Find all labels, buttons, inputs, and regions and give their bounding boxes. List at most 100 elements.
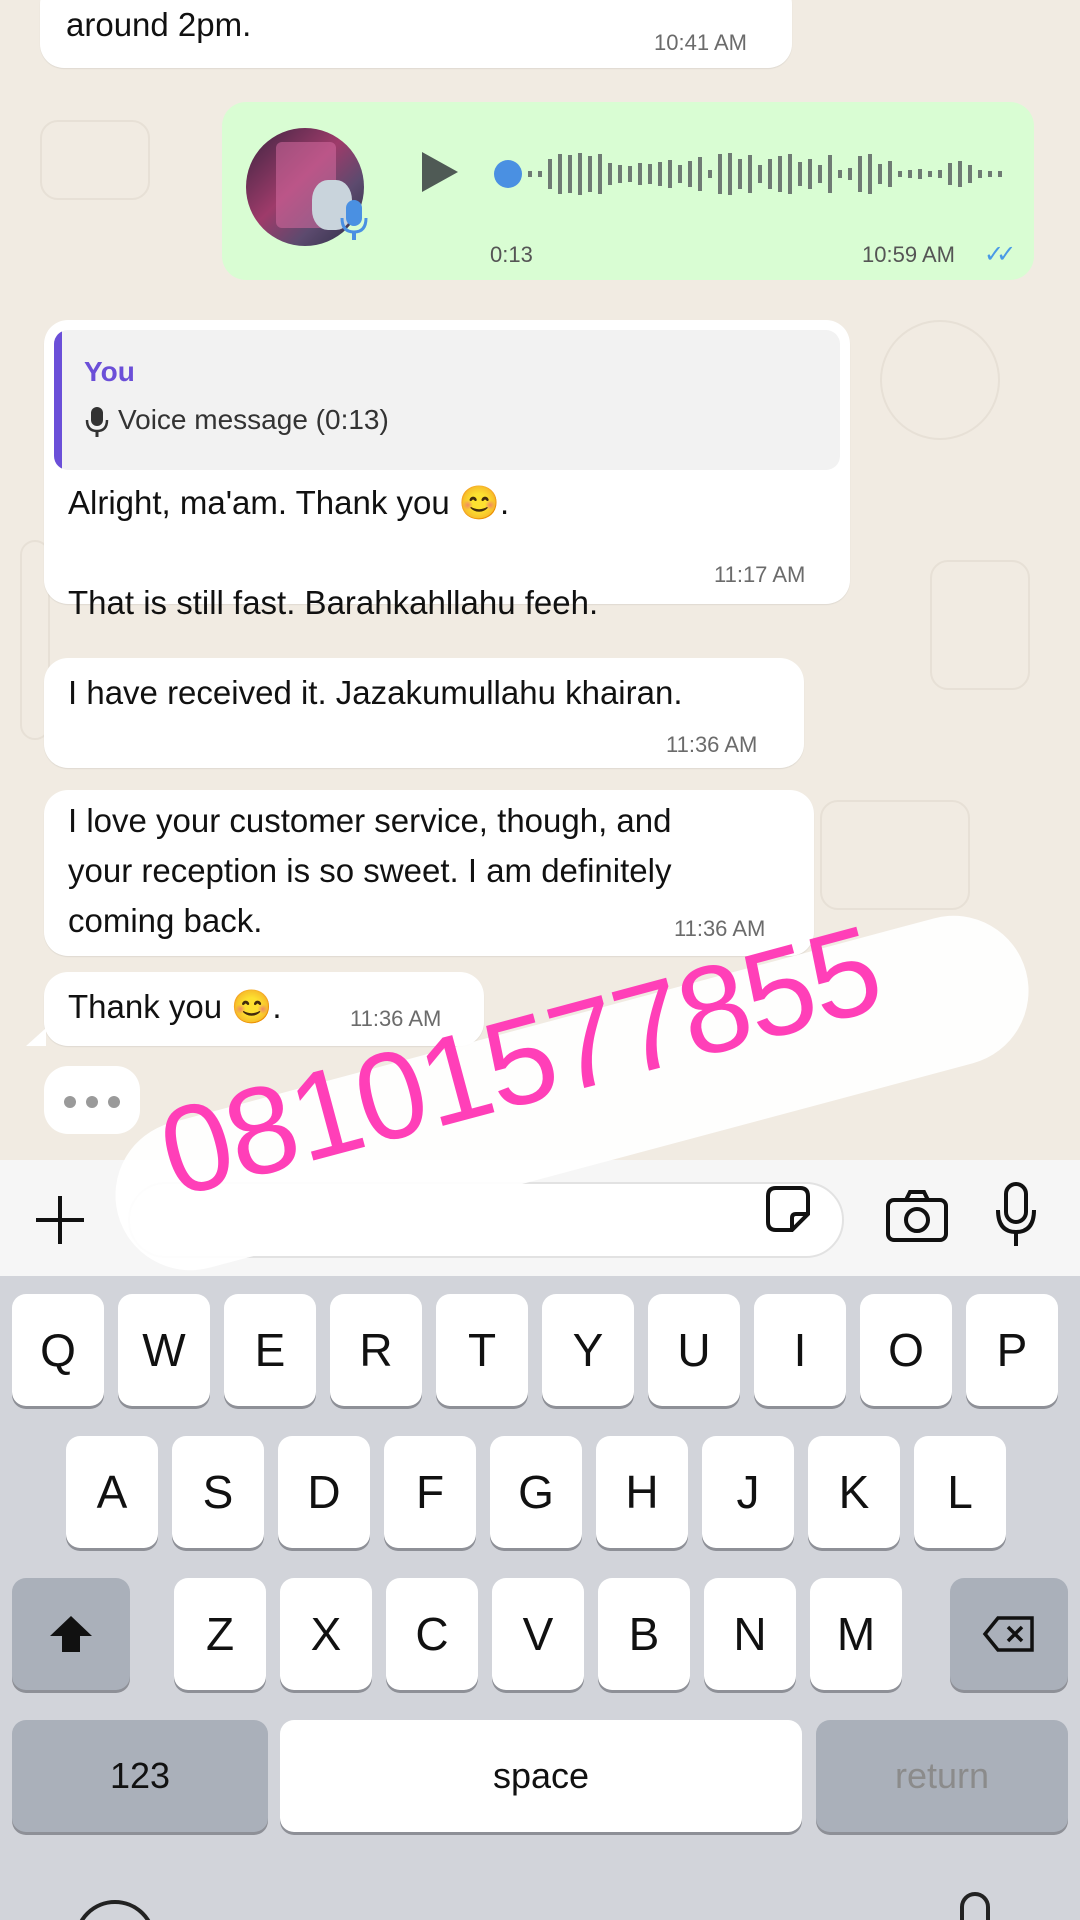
- microphone-icon: [340, 200, 368, 240]
- waveform-bar: [798, 162, 802, 186]
- shift-icon: [50, 1616, 92, 1652]
- message-time: 11:36 AM: [666, 732, 758, 757]
- key-b[interactable]: B: [598, 1578, 690, 1690]
- waveform[interactable]: [528, 152, 1008, 196]
- key-x[interactable]: X: [280, 1578, 372, 1690]
- waveform-bar: [998, 171, 1002, 177]
- background-doodle: [930, 560, 1030, 690]
- voice-duration: 0:13: [490, 242, 533, 267]
- incoming-message[interactable]: around 2pm. 10:41 AM: [40, 0, 792, 68]
- waveform-bar: [838, 170, 842, 178]
- waveform-bar: [958, 161, 962, 187]
- waveform-bar: [768, 159, 772, 189]
- outgoing-voice-message[interactable]: 0:13 10:59 AM ✓✓: [222, 102, 1034, 280]
- waveform-bar: [598, 154, 602, 194]
- key-t[interactable]: T: [436, 1294, 528, 1406]
- waveform-bar: [558, 154, 562, 194]
- waveform-bar: [748, 155, 752, 193]
- message-text: Alright, ma'am. Thank you 😊. That is sti…: [68, 484, 599, 621]
- key-n[interactable]: N: [704, 1578, 796, 1690]
- key-v[interactable]: V: [492, 1578, 584, 1690]
- key-c[interactable]: C: [386, 1578, 478, 1690]
- waveform-bar: [578, 153, 582, 195]
- message-time: 11:17 AM: [714, 562, 806, 587]
- key-z[interactable]: Z: [174, 1578, 266, 1690]
- key-h[interactable]: H: [596, 1436, 688, 1548]
- space-key[interactable]: space: [280, 1720, 802, 1832]
- quote-accent-bar: [54, 330, 62, 470]
- waveform-bar: [978, 170, 982, 178]
- waveform-bar: [608, 163, 612, 185]
- key-i[interactable]: I: [754, 1294, 846, 1406]
- microphone-icon[interactable]: [990, 1180, 1042, 1250]
- waveform-bar: [928, 171, 932, 177]
- key-m[interactable]: M: [810, 1578, 902, 1690]
- incoming-message[interactable]: You Voice message (0:13) Alright, ma'am.…: [44, 320, 850, 621]
- incoming-message[interactable]: I have received it. Jazakumullahu khaira…: [44, 658, 804, 768]
- waveform-bar: [568, 155, 572, 193]
- message-time: 10:41 AM: [654, 30, 747, 55]
- shift-key[interactable]: [12, 1578, 130, 1690]
- waveform-bar: [788, 154, 792, 194]
- waveform-bar: [828, 155, 832, 193]
- typing-indicator: [44, 1066, 140, 1134]
- key-o[interactable]: O: [860, 1294, 952, 1406]
- bubble-tail: [26, 1028, 46, 1046]
- sticker-icon[interactable]: [760, 1182, 816, 1238]
- camera-icon[interactable]: [884, 1188, 950, 1244]
- waveform-bar: [648, 164, 652, 184]
- message-text: I love your customer service, though, an…: [68, 802, 672, 939]
- quoted-reply[interactable]: You Voice message (0:13): [54, 330, 840, 470]
- waveform-bar: [968, 165, 972, 183]
- quote-author: You: [84, 356, 135, 387]
- waveform-bar: [908, 170, 912, 178]
- key-a[interactable]: A: [66, 1436, 158, 1548]
- plus-icon[interactable]: [30, 1190, 90, 1250]
- waveform-bar: [668, 160, 672, 188]
- key-r[interactable]: R: [330, 1294, 422, 1406]
- waveform-bar: [878, 164, 882, 184]
- message-text: Thank you 😊.: [68, 988, 282, 1025]
- dictation-icon[interactable]: [960, 1892, 990, 1920]
- numbers-key[interactable]: 123: [12, 1720, 268, 1832]
- key-p[interactable]: P: [966, 1294, 1058, 1406]
- key-u[interactable]: U: [648, 1294, 740, 1406]
- waveform-bar: [888, 161, 892, 187]
- key-w[interactable]: W: [118, 1294, 210, 1406]
- waveform-bar: [808, 159, 812, 189]
- microphone-icon: [85, 407, 109, 437]
- incoming-message[interactable]: I love your customer service, though, an…: [44, 790, 814, 956]
- key-f[interactable]: F: [384, 1436, 476, 1548]
- key-y[interactable]: Y: [542, 1294, 634, 1406]
- playback-position[interactable]: [494, 160, 522, 188]
- waveform-bar: [658, 162, 662, 186]
- waveform-bar: [628, 166, 632, 182]
- backspace-key[interactable]: [950, 1578, 1068, 1690]
- key-j[interactable]: J: [702, 1436, 794, 1548]
- waveform-bar: [898, 171, 902, 177]
- waveform-bar: [938, 170, 942, 178]
- key-s[interactable]: S: [172, 1436, 264, 1548]
- play-icon[interactable]: [418, 150, 462, 194]
- waveform-bar: [738, 159, 742, 189]
- read-receipt-icon: ✓✓: [984, 241, 1016, 268]
- key-e[interactable]: E: [224, 1294, 316, 1406]
- waveform-bar: [918, 169, 922, 179]
- waveform-bar: [688, 161, 692, 187]
- waveform-bar: [818, 165, 822, 183]
- waveform-bar: [588, 156, 592, 192]
- key-k[interactable]: K: [808, 1436, 900, 1548]
- message-text: around 2pm.: [66, 6, 252, 43]
- key-g[interactable]: G: [490, 1436, 582, 1548]
- waveform-bar: [718, 154, 722, 194]
- background-doodle: [40, 120, 150, 200]
- key-l[interactable]: L: [914, 1436, 1006, 1548]
- waveform-bar: [698, 157, 702, 191]
- return-key[interactable]: return: [816, 1720, 1068, 1832]
- waveform-bar: [858, 156, 862, 192]
- key-q[interactable]: Q: [12, 1294, 104, 1406]
- waveform-bar: [758, 165, 762, 183]
- waveform-bar: [528, 171, 532, 177]
- key-d[interactable]: D: [278, 1436, 370, 1548]
- waveform-bar: [778, 156, 782, 192]
